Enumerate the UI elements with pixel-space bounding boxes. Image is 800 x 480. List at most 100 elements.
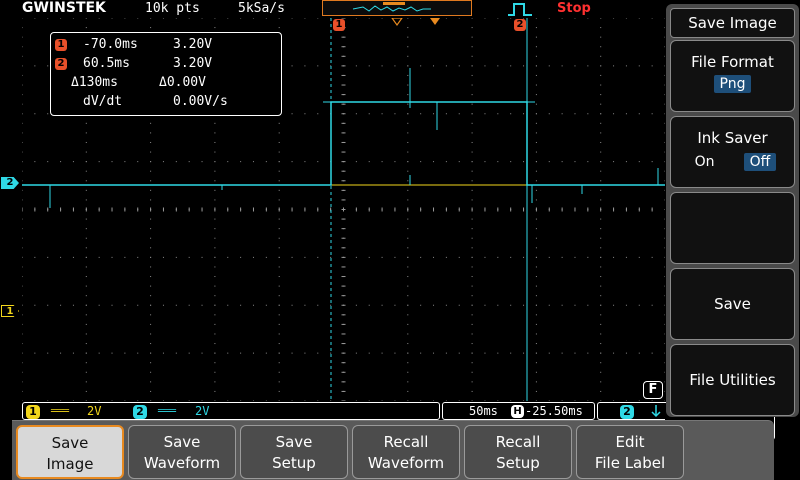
grid-dot [664,161,665,163]
axis-tick [341,151,346,153]
grid-dot [85,228,87,230]
softkey-save-waveform[interactable]: Save Waveform [128,425,236,479]
ch1-position-marker[interactable]: 1 [1,305,19,317]
grid-dot [85,132,87,134]
grid-dot [278,170,280,172]
ch2-position-marker[interactable]: 2 [1,177,19,189]
grid-dot [535,285,537,287]
grid-dot [625,256,627,258]
file-format-button[interactable]: File Format Png [670,40,795,112]
grid-dot [664,189,665,191]
grid-dot [381,113,383,115]
soft-key-bar: Save Image Save Waveform Save Setup Reca… [12,420,774,480]
grid-dot [651,18,653,19]
grid-dot [600,161,602,163]
softkey-recall-waveform[interactable]: Recall Waveform [352,425,460,479]
grid-dot [291,161,293,163]
grid-dot [600,46,602,48]
grid-dot [458,352,460,354]
grid-dot [137,161,139,163]
grid-dot [471,400,473,401]
grid-dot [664,94,665,96]
file-utilities-button[interactable]: File Utilities [670,344,795,416]
grid-dot [252,161,254,163]
grid-dot [664,84,665,86]
grid-dot [407,352,409,354]
grid-dot [587,400,589,401]
grid-dot [407,323,409,325]
grid-dot [535,333,537,335]
softkey-save-image[interactable]: Save Image [16,425,124,479]
sample-rate: 5kSa/s [238,1,285,16]
grid-dot [201,352,203,354]
grid-dot [47,18,49,19]
cursor-2-marker[interactable]: 2 [514,19,526,31]
grid-dot [445,113,447,115]
grid-dot [34,113,36,115]
grid-dot [150,141,152,143]
grid-dot [22,228,23,230]
grid-dot [72,161,74,163]
grid-dot [278,390,280,392]
axis-tick [638,207,640,212]
grid-dot [265,256,267,258]
softkey-save-setup[interactable]: Save Setup [240,425,348,479]
grid-dot [471,247,473,249]
axis-tick [341,55,346,57]
grid-dot [381,65,383,67]
axis-tick [252,207,254,212]
grid-dot [85,256,87,258]
grid-dot [22,304,23,306]
grid-dot [355,256,357,258]
grid-dot [407,103,409,105]
axis-tick [420,207,422,212]
grid-dot [304,256,306,258]
grid-dot [278,256,280,258]
grid-dot [510,352,512,354]
softkey-recall-setup[interactable]: Recall Setup [464,425,572,479]
empty-menu-button[interactable] [670,192,795,264]
grid-dot [664,256,665,258]
grid-dot [278,199,280,201]
grid-dot [471,314,473,316]
grid-dot [638,304,640,306]
grid-dot [214,323,216,325]
grid-dot [291,400,293,401]
grid-dot [407,161,409,163]
grid-dot [22,36,23,38]
grid-dot [651,256,653,258]
grid-dot [188,352,190,354]
save-button[interactable]: Save [670,268,795,340]
grid-dot [175,18,177,19]
grid-dot [471,141,473,143]
grid-dot [587,304,589,306]
cursor-1-marker[interactable]: 1 [333,19,345,31]
grid-dot [72,256,74,258]
grid-dot [510,161,512,163]
grid-dot [72,352,74,354]
grid-dot [85,295,87,297]
grid-dot [664,362,665,364]
record-length: 10k pts [145,1,200,16]
grid-dot [72,400,74,401]
axis-tick [341,228,346,230]
grid-dot [278,151,280,153]
grid-dot [150,276,152,278]
grid-dot [278,343,280,345]
grid-dot [22,371,23,373]
grid-dot [600,122,602,124]
grid-dot [407,36,409,38]
grid-dot [458,65,460,67]
function-badge: F [643,381,663,399]
grid-dot [471,189,473,191]
softkey-edit-file-label[interactable]: Edit File Label [576,425,684,479]
grid-dot [407,113,409,115]
axis-tick [341,295,346,297]
cursor-1-badge: 1 [55,39,67,51]
grid-dot [445,352,447,354]
axis-tick [381,207,383,212]
grid-dot [368,18,370,19]
grid-dot [420,161,422,163]
axis-tick [278,207,280,212]
ink-saver-button[interactable]: Ink Saver On Off [670,116,795,188]
